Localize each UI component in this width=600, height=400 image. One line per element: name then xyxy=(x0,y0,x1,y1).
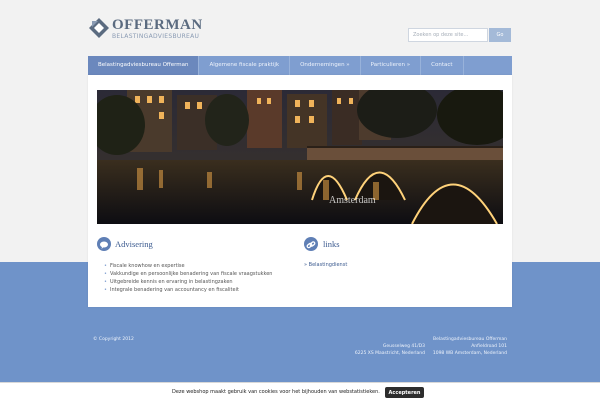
nav-item-algemene-praktijk[interactable]: Algemene fiscale praktijk xyxy=(199,56,291,75)
advisering-list: Fiscale knowhow en expertise Vakkundige … xyxy=(104,262,272,294)
list-item: Vakkundige en persoonlijke benadering va… xyxy=(104,270,272,278)
list-item: Uitgebreide kennis en ervaring in belast… xyxy=(104,278,272,286)
nav-item-contact[interactable]: Contact xyxy=(421,56,464,75)
footer-company: Belastingadviesbureau Offerman xyxy=(432,337,507,342)
amsterdam-canal-picture xyxy=(97,90,503,224)
brand-tagline: BELASTINGADVIESBUREAU xyxy=(112,33,200,40)
logo-mark-icon xyxy=(89,18,109,38)
nav-item-particulieren[interactable]: Particulieren » xyxy=(361,56,422,75)
speech-bubble-icon xyxy=(97,237,111,251)
search-button[interactable]: Go xyxy=(489,28,511,42)
brand-name: OFFERMAN xyxy=(112,17,203,33)
footer-address-street: Anfieldroad 101 xyxy=(471,344,507,349)
section-title-links: links xyxy=(323,239,340,249)
nav-item-home[interactable]: Belastingadviesbureau Offerman xyxy=(88,56,200,75)
search-input[interactable] xyxy=(408,28,488,42)
footer-address-amsterdam: Belastingadviesbureau Offerman Anfieldro… xyxy=(433,336,507,357)
list-item: Fiscale knowhow en expertise xyxy=(104,262,272,270)
hero-caption: Amsterdam xyxy=(329,195,376,206)
chain-link-icon xyxy=(304,237,318,251)
accept-cookies-button[interactable]: Accepteren xyxy=(385,387,424,398)
main-nav: Belastingadviesbureau Offerman Algemene … xyxy=(88,56,512,75)
hero-image: Amsterdam xyxy=(97,90,503,224)
cookie-notice-text: Deze webshop maakt gebruik van cookies v… xyxy=(172,389,380,395)
section-title-advisering: Advisering xyxy=(115,239,153,249)
nav-item-ondernemingen[interactable]: Ondernemingen » xyxy=(290,56,361,75)
footer-address-city: 6225 XS Maastricht, Nederland xyxy=(354,351,425,356)
site-logo[interactable]: OFFERMAN BELASTINGADVIESBUREAU xyxy=(88,17,208,43)
footer-copyright: © Copyright 2012 xyxy=(93,337,134,342)
list-item: Integrale benadering van accountancy en … xyxy=(104,286,272,294)
footer-address-city: 1098 WB Amsterdam, Nederland xyxy=(432,351,507,356)
link-belastingdienst[interactable]: » Belastingdienst xyxy=(304,261,347,269)
footer-address-maastricht: Geusselweg 41/D3 6225 XS Maastricht, Ned… xyxy=(355,343,425,357)
footer-address-street: Geusselweg 41/D3 xyxy=(382,344,425,349)
